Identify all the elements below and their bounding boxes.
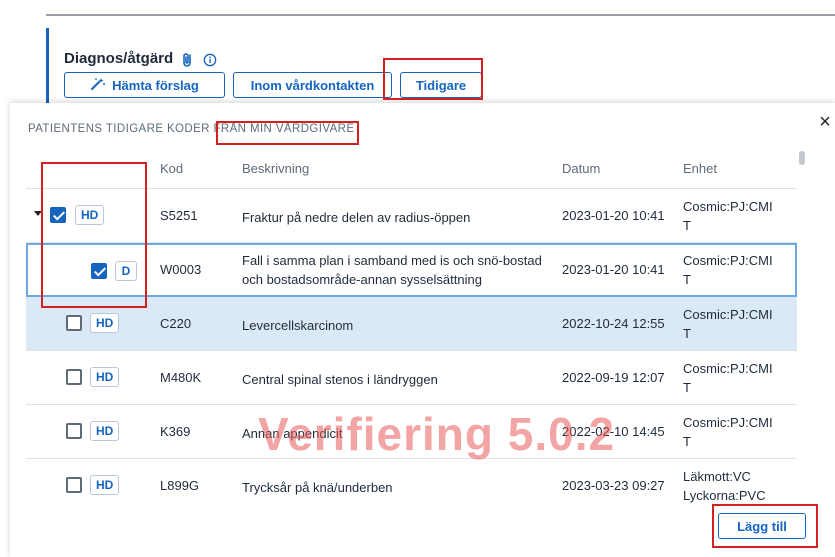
unit-cell: Cosmic:PJ:CMI T [683, 199, 773, 233]
code-type-tag: HD [90, 313, 120, 333]
code-cell: M480K [160, 370, 202, 385]
description-cell: Levercellskarcinom [242, 318, 354, 333]
code-cell: L899G [160, 478, 200, 493]
code-cell: K369 [160, 424, 191, 439]
unit-cell: Cosmic:PJ:CMI T [683, 361, 773, 395]
checkbox-icon[interactable] [66, 477, 82, 493]
description-cell: Trycksår på knä/underben [242, 480, 393, 495]
date-cell: 2022-10-24 12:55 [562, 316, 665, 331]
date-cell: 2023-01-20 10:41 [562, 208, 665, 223]
code-type-tag: HD [90, 367, 120, 387]
unit-cell: Läkmott:VC Lyckorna:PVC [683, 469, 766, 503]
annotation-box-earlier [383, 58, 483, 100]
description-cell: Fraktur på nedre delen av radius-öppen [242, 210, 471, 225]
table-row[interactable]: HD L899G Trycksår på knä/underben 2023-0… [26, 459, 797, 513]
date-cell: 2022-09-19 12:07 [562, 370, 665, 385]
checkbox-icon[interactable] [66, 423, 82, 439]
code-cell: W0003 [160, 262, 202, 277]
info-icon[interactable] [203, 52, 217, 66]
header-description: Beskrivning [242, 161, 310, 176]
date-cell: 2023-01-20 10:41 [562, 262, 665, 277]
paperclip-icon[interactable] [181, 52, 195, 67]
annotation-box-add [712, 504, 818, 548]
header-date: Datum [562, 161, 601, 176]
within-contact-button[interactable]: Inom vårdkontakten [233, 72, 392, 98]
scrollbar-thumb[interactable] [799, 151, 805, 165]
section-title-text: Diagnos/åtgärd [64, 50, 174, 67]
magic-wand-icon [90, 77, 106, 94]
code-cell: C220 [160, 316, 192, 331]
code-type-tag: HD [90, 475, 120, 495]
annotation-box-title [216, 121, 359, 145]
unit-cell: Cosmic:PJ:CMI T [683, 253, 773, 287]
header-unit: Enhet [683, 161, 717, 176]
description-cell: Central spinal stenos i ländryggen [242, 372, 438, 387]
checkbox-icon[interactable] [66, 369, 82, 385]
checkbox-icon[interactable] [66, 315, 82, 331]
header-kod: Kod [160, 161, 184, 176]
top-strip [0, 0, 835, 14]
table-row[interactable]: HD M480K Central spinal stenos i ländryg… [26, 351, 797, 405]
section-title: Diagnos/åtgärd [64, 50, 217, 67]
unit-cell: Cosmic:PJ:CMI T [683, 307, 773, 341]
close-icon[interactable]: × [816, 112, 834, 132]
date-cell: 2023-03-23 09:27 [562, 478, 665, 493]
version-watermark: Verifiering 5.0.2 [258, 408, 616, 460]
fetch-suggestions-button[interactable]: Hämta förslag [64, 72, 225, 98]
annotation-box-checkboxes [41, 162, 147, 308]
code-cell: S5251 [160, 208, 198, 223]
unit-cell: Cosmic:PJ:CMI T [683, 415, 773, 449]
code-type-tag: HD [90, 421, 120, 441]
fetch-suggestions-label: Hämta förslag [112, 77, 199, 93]
description-cell: Fall i samma plan i samband med is och s… [242, 253, 542, 287]
